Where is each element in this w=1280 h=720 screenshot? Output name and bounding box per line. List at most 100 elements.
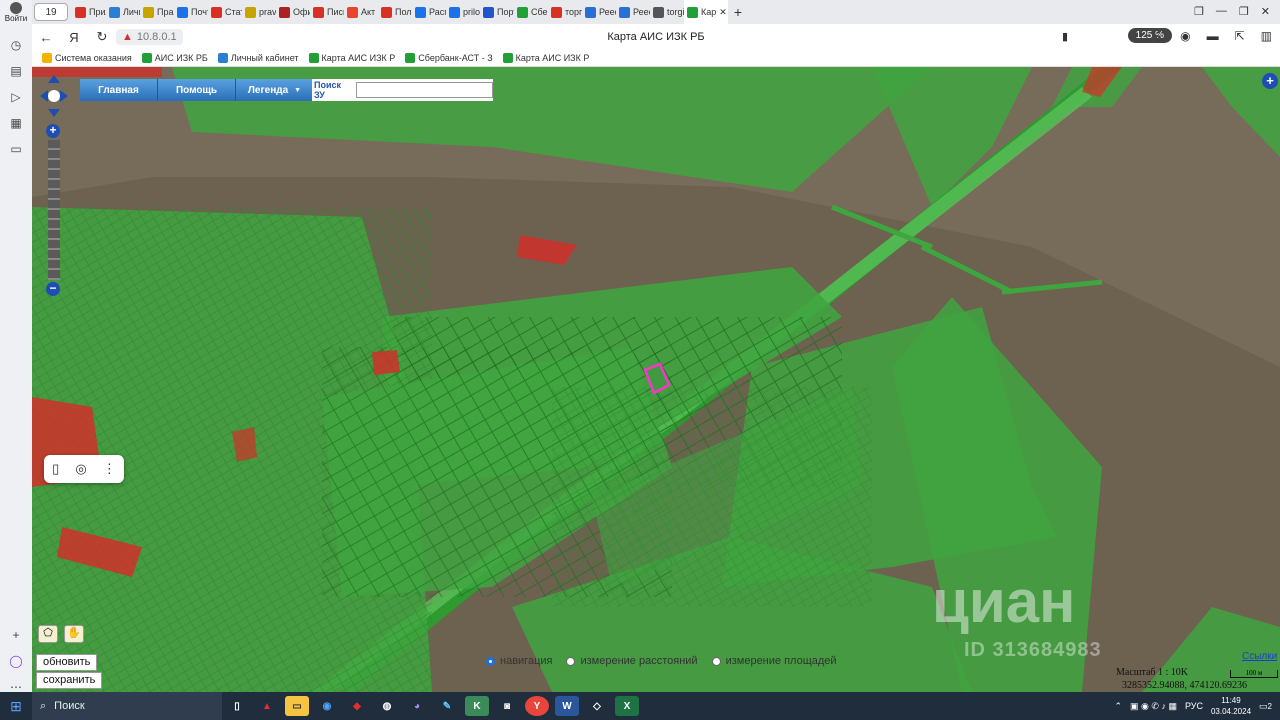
viber-icon[interactable]: ◕	[405, 696, 429, 716]
browser-tab[interactable]: prilozh	[446, 0, 480, 24]
parcel-search-input[interactable]	[355, 82, 493, 98]
yandex-icon[interactable]: Я	[60, 30, 88, 45]
explorer-icon[interactable]: ▭	[285, 696, 309, 716]
tab-label: Сберб	[531, 7, 548, 17]
hand-tool-icon[interactable]: ✋	[64, 625, 84, 643]
browser-tab[interactable]: торги	[548, 0, 582, 24]
tray-up-icon[interactable]: ⌃	[1115, 701, 1123, 712]
browser-tab[interactable]: pravo	[242, 0, 276, 24]
parcel-red-2[interactable]	[372, 350, 400, 375]
excel-icon[interactable]: X	[615, 696, 639, 716]
browser-tab[interactable]: Офиц	[276, 0, 310, 24]
browser-tab[interactable]: Стати	[208, 0, 242, 24]
word-icon[interactable]: W	[555, 696, 579, 716]
refresh-button[interactable]: обновить	[36, 654, 98, 671]
notifications-icon[interactable]: ▭2	[1259, 701, 1272, 712]
collections-icon[interactable]: ▤	[8, 63, 24, 79]
tab-manager-icon[interactable]: ❐	[1194, 5, 1204, 18]
zoom-track[interactable]	[48, 140, 60, 280]
mode-option[interactable]: измерение площадей	[711, 655, 837, 667]
share-icon[interactable]: ⇱	[1235, 29, 1245, 43]
pdf-app-icon[interactable]: ▲	[255, 696, 279, 716]
browser-tab[interactable]: Реестр	[582, 0, 616, 24]
save-button[interactable]: сохранить	[36, 672, 103, 689]
menu-main[interactable]: Главная	[80, 79, 158, 101]
zoom-slider[interactable]: + −	[46, 124, 62, 298]
browser-tab[interactable]: Полож	[378, 0, 412, 24]
app-globe-icon[interactable]: ◍	[375, 696, 399, 716]
mode-option[interactable]: навигация	[486, 655, 552, 667]
url-field[interactable]: ▲ 10.8.0.1	[116, 29, 183, 45]
play-icon[interactable]: ▷	[8, 89, 24, 105]
clock[interactable]: 11:49 03.04.2024	[1211, 695, 1251, 717]
menu-help[interactable]: Помощь	[158, 79, 236, 101]
browser-tab[interactable]: Сберб	[514, 0, 548, 24]
app-k-icon[interactable]: K	[465, 696, 489, 716]
app-people-icon[interactable]: ◙	[495, 696, 519, 716]
bookmark-item[interactable]: Личный кабинет	[217, 53, 299, 63]
close-icon[interactable]: ✕	[1261, 5, 1270, 18]
menu-icon[interactable]: ⋮	[1152, 29, 1164, 43]
language-indicator[interactable]: РУС	[1185, 701, 1203, 711]
app-red-icon[interactable]: ◆	[345, 696, 369, 716]
browser-tab[interactable]: Прави	[140, 0, 174, 24]
bookmark-item[interactable]: Сбербанк-АСТ - З	[405, 53, 493, 63]
pan-arrows-icon[interactable]	[40, 75, 68, 117]
polygon-tool-icon[interactable]: ⬠	[38, 625, 58, 643]
restore-icon[interactable]: ❐	[1239, 5, 1249, 18]
browser-tab[interactable]: Кар ✕	[684, 0, 728, 24]
browser-tab[interactable]: Портa	[480, 0, 514, 24]
reload-icon[interactable]: ↻	[88, 29, 116, 45]
tab-close-icon[interactable]: ✕	[719, 7, 727, 18]
browser-tab[interactable]: torgi.g	[650, 0, 684, 24]
browser-tab[interactable]: Личн	[106, 0, 140, 24]
browser-tab[interactable]: Письм	[310, 0, 344, 24]
browser-tab[interactable]: Реестр	[616, 0, 650, 24]
minimize-icon[interactable]: —	[1216, 5, 1227, 18]
mode-radio[interactable]	[486, 656, 495, 666]
tray-icons[interactable]: ▣ ◉ ✆ ♪ ▦	[1130, 701, 1177, 712]
more-tool-icon[interactable]: ⋮	[103, 461, 116, 477]
alice-icon[interactable]: ◯	[8, 653, 24, 669]
browser-tab[interactable]: Распо	[412, 0, 446, 24]
mode-radio[interactable]	[711, 656, 721, 666]
zoom-out-button[interactable]: −	[46, 282, 60, 296]
screenshot-tool-icon[interactable]: ◎	[75, 461, 86, 477]
bookmark-tool-icon[interactable]: ▯	[52, 461, 59, 477]
expand-panel-button[interactable]: +	[1262, 73, 1278, 89]
task-view-icon[interactable]: ▯	[225, 696, 249, 716]
add-panel-icon[interactable]: +	[8, 627, 24, 643]
bookmark-item[interactable]: Карта АИС ИЗК Р	[502, 53, 589, 63]
extension-icon[interactable]: ◉	[1180, 29, 1190, 43]
bookmark-item[interactable]: АИС ИЗК РБ	[141, 53, 208, 63]
windows-start-icon[interactable]: ⊞	[0, 698, 32, 715]
tab-count[interactable]: 19	[34, 3, 68, 21]
links-link[interactable]: Ссылки	[1242, 651, 1277, 662]
devices-icon[interactable]: ▭	[8, 141, 24, 157]
sidebar-icon[interactable]: ▥	[1261, 29, 1272, 43]
back-icon[interactable]: ←	[32, 30, 60, 45]
yandex-browser-icon[interactable]: Y	[525, 696, 549, 716]
login-button[interactable]: Войти	[2, 2, 30, 23]
browser-tab[interactable]: Почта	[174, 0, 208, 24]
browser-tab[interactable]: Прило	[72, 0, 106, 24]
new-tab-button[interactable]: +	[728, 4, 748, 20]
mode-option[interactable]: измерение расстояний	[566, 655, 698, 667]
menu-legend[interactable]: Легенда ▼	[236, 79, 314, 101]
map-canvas[interactable]	[32, 67, 1280, 692]
download-icon[interactable]: ▬	[1207, 29, 1219, 43]
bookmark-item[interactable]: Система оказания	[42, 53, 132, 63]
pan-control[interactable]	[40, 75, 68, 117]
app-pen-icon[interactable]: ✎	[435, 696, 459, 716]
bookmark-icon[interactable]: ▮	[1062, 30, 1068, 43]
zoom-in-button[interactable]: +	[46, 124, 60, 138]
history-icon[interactable]: ◷	[8, 37, 24, 53]
bookmark-item[interactable]: Карта АИС ИЗК Р	[308, 53, 395, 63]
map-view[interactable]: циан ID 313684983 + − Главная Помощь Лег…	[32, 67, 1280, 692]
taskbar-search[interactable]: ⌕ Поиск	[32, 692, 222, 720]
mode-radio[interactable]	[566, 656, 576, 666]
app-diamond-icon[interactable]: ◇	[585, 696, 609, 716]
browser-tab[interactable]: Акт пр	[344, 0, 378, 24]
calendar-icon[interactable]: ▦	[8, 115, 24, 131]
app-c-icon[interactable]: ◉	[315, 696, 339, 716]
